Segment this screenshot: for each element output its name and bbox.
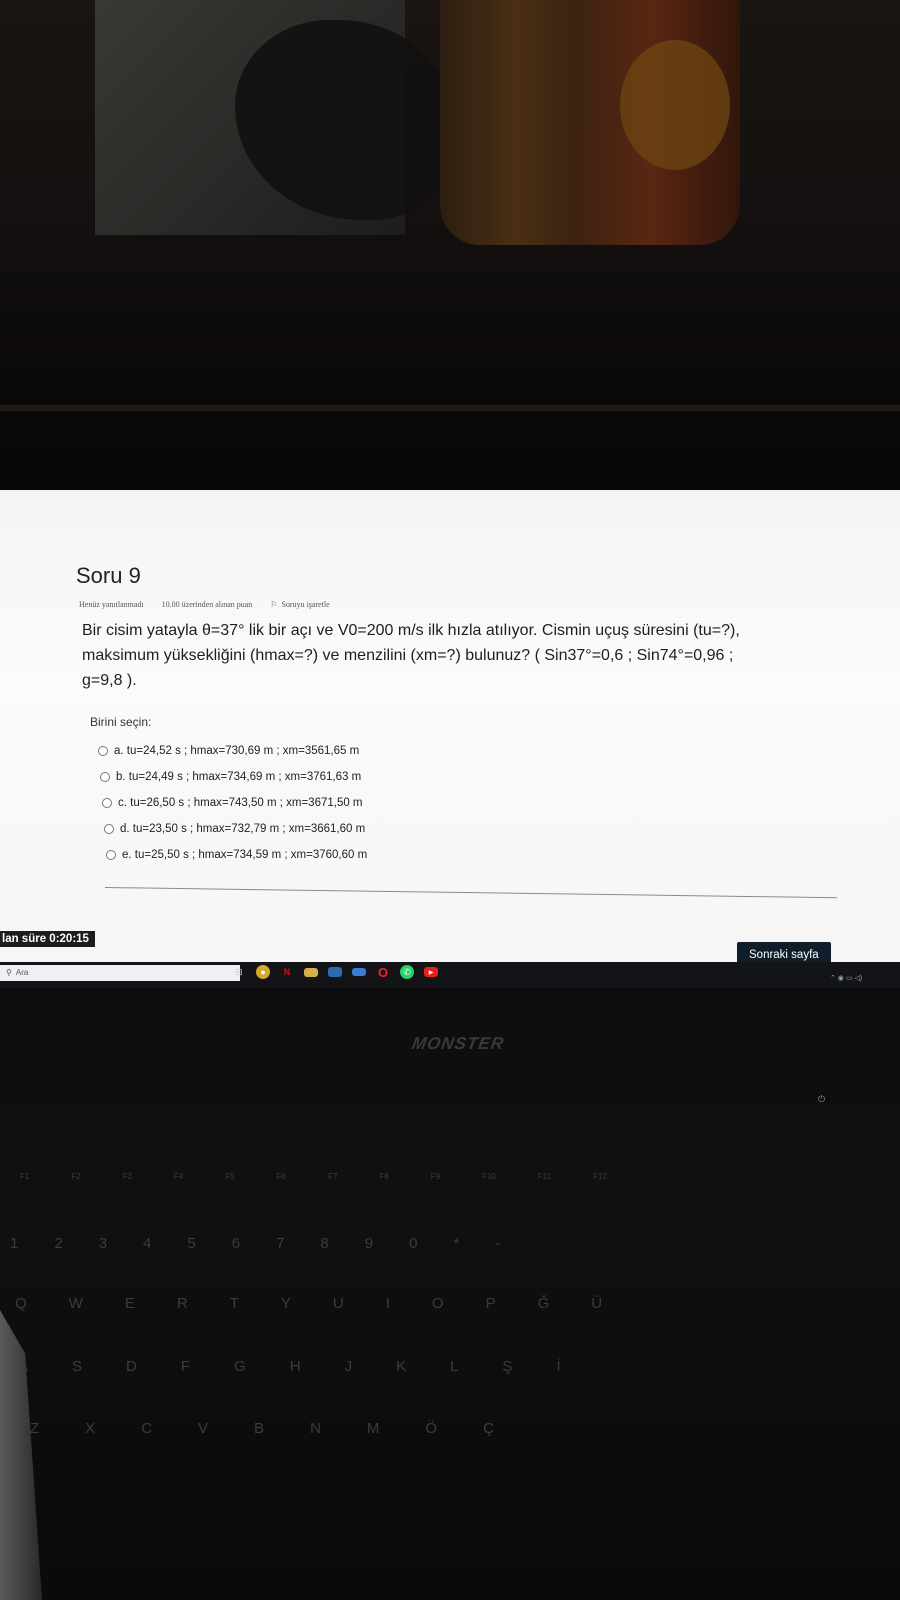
section-divider: [104, 887, 837, 899]
answer-option-label: c. tu=26,50 s ; hmax=743,50 m ; xm=3671,…: [118, 797, 363, 809]
chrome-icon[interactable]: ●: [256, 965, 270, 979]
letter-key-row: QWERTYUIOPĞÜ: [15, 1295, 603, 1312]
radio-button[interactable]: [104, 824, 114, 834]
laptop-keyboard-area: [0, 988, 900, 1600]
letter-key-row: ASDFGHJKLŞİ: [18, 1358, 561, 1375]
desk-edge: [0, 405, 900, 411]
radio-button[interactable]: [98, 746, 108, 756]
task-view-icon[interactable]: ⊟: [232, 965, 246, 979]
answer-option-a[interactable]: a. tu=24,52 s ; hmax=730,69 m ; xm=3561,…: [98, 738, 367, 764]
taskbar: ⚲ Ara ⊟ ● N O ✆ ▶ ⌃ ◉ ▭ ◁): [0, 962, 900, 988]
question-status: Henüz yanıtlanmadı: [79, 600, 144, 609]
answer-prompt: Birini seçin:: [90, 715, 152, 729]
answer-option-b[interactable]: b. tu=24,49 s ; hmax=734,69 m ; xm=3761,…: [100, 764, 367, 790]
letter-key-row: ZXCVBNMÖÇ: [30, 1420, 494, 1437]
question-text-line: g=9,8 ).: [82, 672, 137, 689]
wall-poster: [95, 0, 455, 235]
answer-option-e[interactable]: e. tu=25,50 s ; hmax=734,59 m ; xm=3760,…: [106, 842, 367, 868]
answer-option-label: e. tu=25,50 s ; hmax=734,59 m ; xm=3760,…: [122, 849, 368, 861]
answer-option-c[interactable]: c. tu=26,50 s ; hmax=743,50 m ; xm=3671,…: [102, 790, 367, 816]
system-tray-icons[interactable]: ⌃ ◉ ▭ ◁): [830, 974, 862, 982]
question-text: Bir cisim yatayla θ=37° lik bir açı ve V…: [82, 618, 872, 693]
netflix-icon[interactable]: N: [280, 965, 294, 979]
search-placeholder: Ara: [15, 968, 29, 977]
mail-icon[interactable]: [352, 968, 366, 976]
store-icon[interactable]: [328, 967, 342, 977]
answer-option-label: b. tu=24,49 s ; hmax=734,69 m ; xm=3761,…: [116, 771, 362, 783]
poster-character-shape: [235, 20, 455, 220]
search-icon: ⚲: [6, 968, 12, 977]
answer-option-label: a. tu=24,52 s ; hmax=730,69 m ; xm=3561,…: [114, 745, 360, 757]
radio-button[interactable]: [106, 850, 116, 860]
radio-button[interactable]: [100, 772, 110, 782]
time-remaining: lan süre 0:20:15: [0, 931, 95, 947]
flag-icon: ⚐: [270, 600, 278, 609]
radio-button[interactable]: [102, 798, 112, 808]
taskbar-search[interactable]: ⚲ Ara: [0, 965, 240, 981]
question-title: Soru 9: [76, 563, 141, 588]
whatsapp-icon[interactable]: ✆: [400, 965, 414, 979]
youtube-icon[interactable]: ▶: [424, 967, 438, 977]
answer-option-d[interactable]: d. tu=23,50 s ; hmax=732,79 m ; xm=3661,…: [104, 816, 367, 842]
power-indicator-icon: ⏻: [818, 1094, 826, 1104]
question-info: Henüz yanıtlanmadı 10.00 üzerinden alına…: [79, 600, 330, 609]
question-points: 10.00 üzerinden alınan puan: [161, 600, 253, 609]
quiz-page: Soru 9 Henüz yanıtlanmadı 10.00 üzerinde…: [0, 490, 900, 965]
opera-icon[interactable]: O: [376, 965, 390, 980]
answer-options: a. tu=24,52 s ; hmax=730,69 m ; xm=3561,…: [98, 738, 367, 868]
function-key-row: F1 F2 F3 F4 F5 F6 F7 F8 F9 F10 F11 F12: [20, 1172, 607, 1181]
number-key-row: 1 2 3 4 5 6 7 8 9 0 * -: [10, 1235, 501, 1252]
taskbar-apps: ⊟ ● N O ✆ ▶: [232, 965, 438, 980]
emoji-decoration-icon: [620, 40, 730, 170]
flag-question-label: Soruyu işaretle: [281, 600, 330, 609]
question-text-line: maksimum yüksekliğini (hmax=?) ve menzil…: [82, 647, 734, 664]
flag-question-link[interactable]: ⚐ Soruyu işaretle: [270, 600, 329, 609]
answer-option-label: d. tu=23,50 s ; hmax=732,79 m ; xm=3661,…: [120, 823, 366, 835]
file-explorer-icon[interactable]: [304, 967, 318, 977]
laptop-brand-logo: MONSTER: [410, 1034, 506, 1053]
question-text-line: Bir cisim yatayla θ=37° lik bir açı ve V…: [82, 622, 740, 639]
background-room-photo: [0, 0, 900, 495]
